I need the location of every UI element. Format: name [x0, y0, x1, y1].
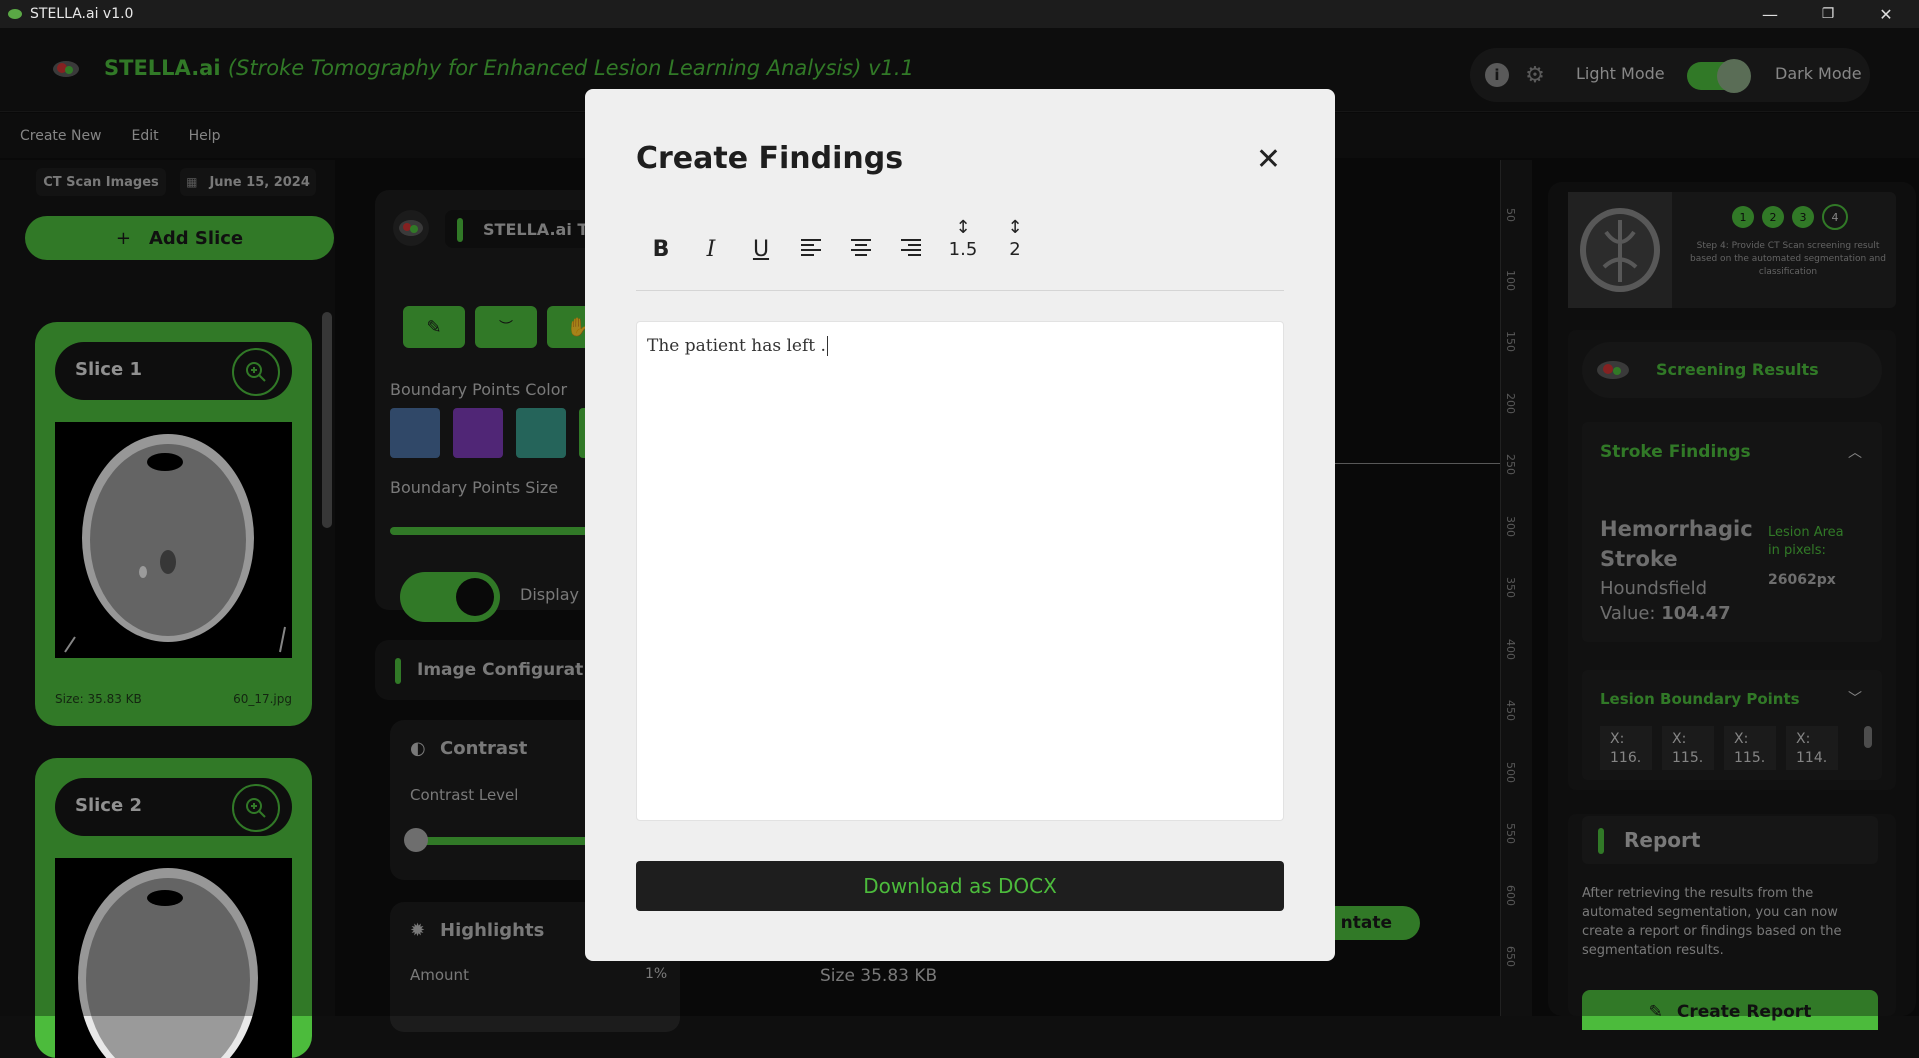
align-left-icon: [801, 239, 821, 256]
window-titlebar: STELLA.ai v1.0 — ❐ ✕: [0, 0, 1919, 28]
findings-editor[interactable]: The patient has left .​: [636, 321, 1284, 821]
line-spacing-1-5-button[interactable]: ↕ 1.5: [948, 217, 978, 261]
line-spacing-2-label: 2: [1009, 239, 1021, 260]
align-right-icon: [901, 239, 921, 256]
text-cursor: ​: [826, 336, 828, 356]
app-icon: [8, 9, 22, 19]
underline-button[interactable]: U: [746, 237, 776, 262]
line-spacing-2-button[interactable]: ↕ 2: [1000, 217, 1030, 261]
align-right-button[interactable]: [896, 237, 926, 262]
minimize-button[interactable]: —: [1747, 0, 1793, 28]
align-center-icon: [851, 239, 871, 256]
findings-text: The patient has left .: [647, 336, 826, 356]
align-left-button[interactable]: [796, 237, 826, 262]
window-title: STELLA.ai v1.0: [30, 6, 134, 22]
line-spacing-icon: ↕: [955, 217, 971, 238]
maximize-button[interactable]: ❐: [1805, 0, 1851, 28]
bold-button[interactable]: B: [646, 237, 676, 262]
create-findings-modal: Create Findings ✕ B I U ↕ 1.5 ↕ 2 The pa…: [585, 89, 1335, 961]
line-spacing-icon: ↕: [1007, 217, 1023, 238]
modal-title: Create Findings: [636, 141, 904, 176]
download-docx-button[interactable]: Download as DOCX: [636, 861, 1284, 911]
line-spacing-1-5-label: 1.5: [948, 239, 978, 260]
close-window-button[interactable]: ✕: [1863, 0, 1909, 28]
align-center-button[interactable]: [846, 237, 876, 262]
editor-toolbar: B I U ↕ 1.5 ↕ 2: [636, 211, 1284, 291]
italic-button[interactable]: I: [696, 237, 726, 262]
close-modal-button[interactable]: ✕: [1256, 145, 1281, 175]
